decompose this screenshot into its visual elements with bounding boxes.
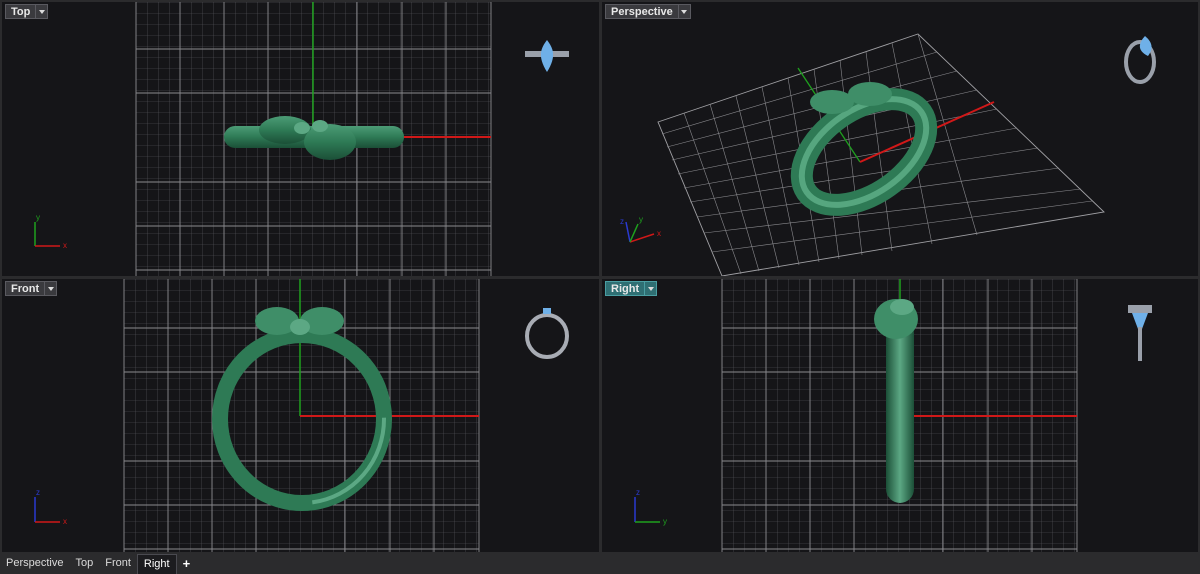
tab-front[interactable]: Front: [99, 554, 137, 573]
svg-text:z: z: [620, 217, 624, 226]
axis-gizmo-icon: y x: [34, 213, 67, 250]
ring-preview-icon: [525, 40, 569, 72]
ring-preview-icon: [525, 308, 569, 359]
viewport-title-front[interactable]: Front: [5, 281, 58, 296]
viewport-perspective[interactable]: Perspective x y z: [602, 2, 1198, 276]
svg-text:z: z: [36, 488, 40, 497]
right-scene: y z: [634, 279, 1152, 552]
viewport-name: Top: [5, 4, 36, 19]
viewport-name: Right: [605, 281, 645, 296]
chevron-down-icon[interactable]: [35, 4, 49, 19]
svg-text:x: x: [63, 241, 67, 250]
viewport-tab-bar: Perspective Top Front Right +: [0, 553, 1200, 574]
svg-text:y: y: [36, 213, 40, 222]
axis-gizmo-icon: x z: [34, 488, 67, 526]
viewport-title-right[interactable]: Right: [605, 281, 658, 296]
axis-gizmo-icon: y z: [634, 488, 667, 526]
svg-text:x: x: [63, 517, 67, 526]
tab-perspective[interactable]: Perspective: [0, 554, 69, 573]
top-scene: y x: [34, 2, 569, 276]
ring-model: [790, 82, 938, 216]
add-tab-button[interactable]: +: [177, 556, 197, 571]
ring-preview-icon: [1124, 36, 1156, 84]
tab-top[interactable]: Top: [69, 554, 99, 573]
viewport-title-top[interactable]: Top: [5, 4, 49, 19]
ring-preview-icon: [1128, 305, 1152, 361]
chevron-down-icon[interactable]: [644, 281, 658, 296]
axis-gizmo-icon: x y z: [620, 215, 661, 243]
viewport-top[interactable]: Top y x: [2, 2, 599, 276]
chevron-down-icon[interactable]: [677, 4, 691, 19]
viewport-front[interactable]: Front x z: [2, 279, 599, 552]
svg-text:z: z: [636, 488, 640, 497]
viewport-name: Front: [5, 281, 45, 296]
viewport-right[interactable]: Right y z: [602, 279, 1198, 552]
front-scene: x z: [34, 279, 569, 552]
viewport-name: Perspective: [605, 4, 678, 19]
construction-grid: [657, 33, 1105, 276]
chevron-down-icon[interactable]: [44, 281, 58, 296]
viewport-title-perspective[interactable]: Perspective: [605, 4, 691, 19]
svg-text:y: y: [663, 517, 667, 526]
svg-text:x: x: [657, 229, 661, 238]
tab-right[interactable]: Right: [136, 553, 177, 574]
perspective-scene: x y z: [620, 33, 1156, 276]
svg-text:y: y: [639, 215, 643, 224]
